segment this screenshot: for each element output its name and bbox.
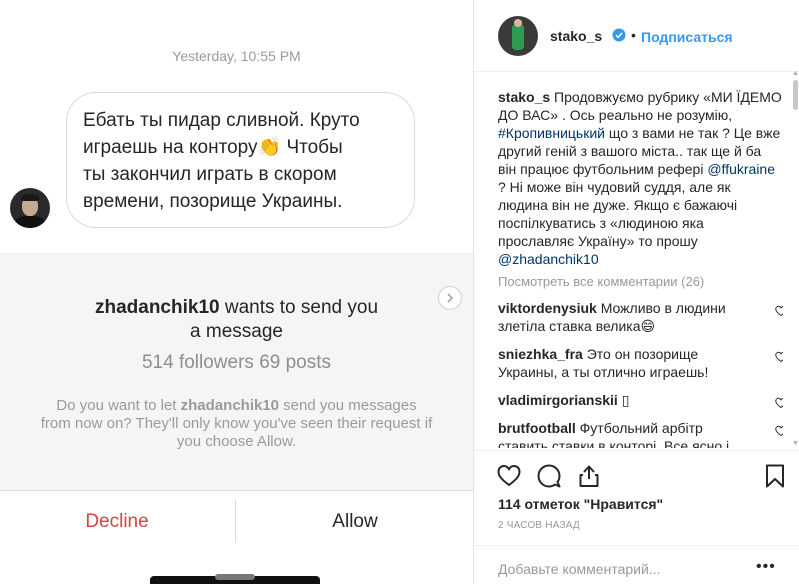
comment-text: ▯ xyxy=(617,392,630,408)
message-line: времени, позорище Украины. xyxy=(83,191,343,212)
request-title: zhadanchik10 wants to send you a message xyxy=(94,297,379,342)
more-options-icon[interactable]: ••• xyxy=(756,558,776,576)
comment-item: vladimirgorianskii ▯ xyxy=(498,391,783,409)
heart-icon[interactable] xyxy=(775,425,783,437)
message-bubble: Ебать ты пидар сливной. Круто играешь на… xyxy=(66,92,415,228)
comment-item: sniezhka_fra Это он позорище Украины, а … xyxy=(498,345,783,381)
hashtag-link[interactable]: #Кропивницький xyxy=(498,125,605,141)
divider xyxy=(235,499,236,543)
request-username[interactable]: zhadanchik10 xyxy=(95,297,220,318)
dot-separator: • xyxy=(631,27,636,43)
heart-icon[interactable] xyxy=(775,351,783,363)
request-actions: Decline Allow xyxy=(0,490,473,552)
comment-username[interactable]: sniezhka_fra xyxy=(498,346,583,362)
heart-icon[interactable] xyxy=(775,305,783,317)
scrollbar[interactable]: ▲ ▼ xyxy=(792,0,799,460)
comment-icon[interactable] xyxy=(536,463,562,489)
mention-link[interactable]: @ffukraine xyxy=(707,161,775,177)
post-header: stako_s • Подписаться xyxy=(474,0,799,72)
post-action-bar xyxy=(474,450,799,494)
mention-link[interactable]: @zhadanchik10 xyxy=(498,251,599,267)
message-line: ты закончил играть в скором xyxy=(83,164,337,185)
dm-screenshot: Yesterday, 10:55 PM Ебать ты пидар сливн… xyxy=(0,0,473,584)
clapping-hands-emoji: 👏 xyxy=(257,137,282,158)
scroll-up-arrow-icon[interactable]: ▲ xyxy=(792,70,799,77)
message-timestamp: Yesterday, 10:55 PM xyxy=(172,48,301,64)
likes-count[interactable]: 114 отметок "Нравится" xyxy=(498,496,663,512)
heart-icon[interactable] xyxy=(496,463,522,489)
message-request-panel: zhadanchik10 wants to send you a message… xyxy=(0,253,473,490)
comment-item: brutfootball Футбольний арбітр ставить с… xyxy=(498,419,783,448)
post-username[interactable]: stako_s xyxy=(550,28,602,44)
heart-icon[interactable] xyxy=(775,397,783,409)
bookmark-icon[interactable] xyxy=(762,463,788,489)
scroll-down-arrow-icon[interactable]: ▼ xyxy=(792,440,799,447)
message-line: играешь на контору👏 Чтобы xyxy=(83,137,343,158)
request-description: Do you want to let zhadanchik10 send you… xyxy=(40,397,433,450)
view-all-comments-link[interactable]: Посмотреть все комментарии (26) xyxy=(498,274,783,289)
page-indicator xyxy=(215,574,255,580)
scrollbar-thumb[interactable] xyxy=(793,80,798,110)
post-time: 2 ЧАСОВ НАЗАД xyxy=(498,520,580,531)
add-comment-input[interactable] xyxy=(498,561,738,577)
avatar[interactable] xyxy=(498,16,538,56)
request-stats: 514 followers 69 posts xyxy=(141,352,332,373)
post-caption: stako_s Продовжуємо рубрику «МИ ЇДЕМО ДО… xyxy=(498,89,782,267)
share-icon[interactable] xyxy=(576,463,602,489)
comment-username[interactable]: viktordenysiuk xyxy=(498,300,597,316)
message-line: Ебать ты пидар сливной. Круто xyxy=(83,110,360,131)
verified-badge-icon xyxy=(612,28,626,42)
comment-username[interactable]: brutfootball xyxy=(498,420,576,436)
comment-username[interactable]: vladimirgorianskii xyxy=(498,392,618,408)
follow-button[interactable]: Подписаться xyxy=(641,29,733,45)
add-comment-bar: ••• xyxy=(474,545,799,584)
allow-button[interactable]: Allow xyxy=(237,491,473,553)
caption-username[interactable]: stako_s xyxy=(498,89,550,105)
sender-avatar xyxy=(10,188,50,228)
comments-list[interactable]: stako_s Продовжуємо рубрику «МИ ЇДЕМО ДО… xyxy=(498,88,783,448)
decline-button[interactable]: Decline xyxy=(0,491,234,553)
comment-item: viktordenysiuk Можливо в людини злетіла … xyxy=(498,299,783,335)
post-sidebar: stako_s • Подписаться stako_s Продовжуєм… xyxy=(474,0,799,584)
